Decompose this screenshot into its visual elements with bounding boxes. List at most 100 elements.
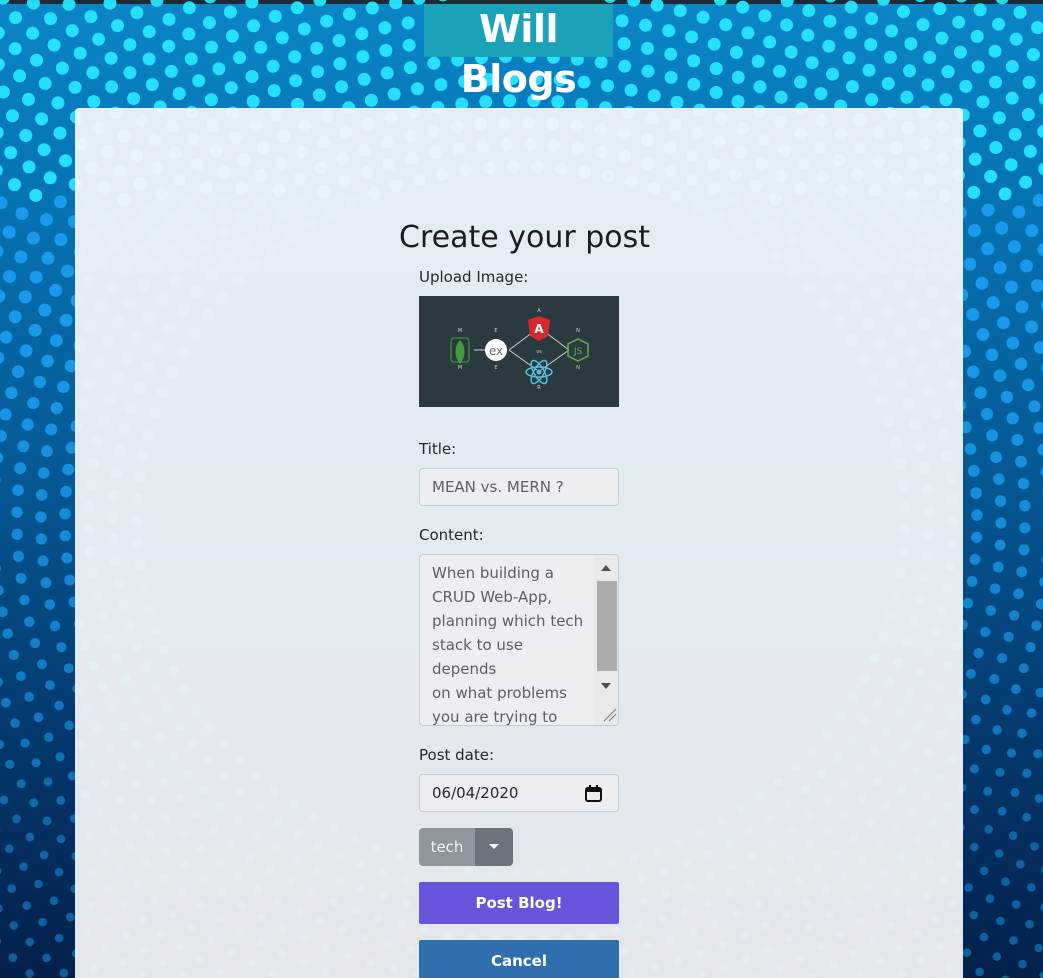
- background-dot: [9, 921, 18, 930]
- background-dot: [970, 805, 979, 814]
- background-dot: [0, 430, 7, 442]
- background-dot: [984, 825, 993, 834]
- background-dot: [0, 164, 3, 176]
- background-dot: [731, 70, 745, 84]
- title-label: Title:: [419, 440, 457, 458]
- background-dot: [980, 626, 991, 638]
- background-dot: [921, 78, 935, 92]
- background-dot: [37, 143, 51, 157]
- background-dot: [773, 64, 787, 78]
- background-dot: [0, 408, 12, 421]
- background-dot: [64, 574, 76, 586]
- background-dot: [5, 386, 18, 400]
- background-dot: [0, 26, 5, 40]
- calendar-icon[interactable]: [585, 785, 602, 802]
- background-dot: [26, 0, 40, 10]
- background-dot: [916, 18, 930, 32]
- background-dot: [36, 489, 48, 501]
- background-dot: [0, 904, 3, 913]
- background-dot: [1026, 708, 1037, 718]
- page-background: Will Blogs Create your post Upload Image…: [0, 0, 1043, 978]
- background-dot: [1018, 544, 1030, 556]
- background-dot: [968, 465, 980, 477]
- category-dropdown-toggle[interactable]: [475, 828, 513, 866]
- background-dot: [968, 152, 982, 166]
- background-dot: [998, 187, 1012, 201]
- background-dot: [104, 51, 118, 65]
- background-dot: [266, 59, 280, 73]
- background-dot: [881, 77, 895, 90]
- background-dot: [56, 834, 66, 844]
- background-dot: [1033, 749, 1043, 759]
- svg-text:M: M: [458, 365, 462, 371]
- title-input[interactable]: MEAN vs. MERN ?: [419, 468, 619, 506]
- background-dot: [990, 451, 1002, 464]
- background-dot: [780, 18, 794, 32]
- background-dot: [205, 40, 218, 54]
- background-dot: [49, 896, 59, 906]
- background-dot: [993, 473, 1005, 485]
- content-text: When building a CRUD Web-App, planning w…: [432, 564, 584, 726]
- background-dot: [192, 74, 206, 88]
- background-dot: [976, 328, 990, 341]
- background-dot: [59, 530, 71, 542]
- background-dot: [981, 203, 995, 217]
- background-dot: [403, 61, 417, 75]
- background-dot: [184, 52, 198, 66]
- background-dot: [0, 585, 4, 596]
- background-dot: [1023, 144, 1037, 158]
- background-dot: [105, 80, 119, 94]
- content-scrollbar[interactable]: [594, 555, 618, 725]
- background-dot: [0, 452, 4, 464]
- background-dot: [986, 296, 1000, 310]
- background-dot: [729, 45, 743, 59]
- background-dot: [1031, 21, 1043, 34]
- svg-text:ex: ex: [489, 344, 503, 358]
- background-dot: [0, 245, 4, 257]
- background-dot: [29, 188, 43, 202]
- resize-handle-icon: [603, 708, 617, 722]
- category-select[interactable]: tech: [419, 828, 513, 866]
- background-dot: [14, 462, 27, 475]
- background-dot: [1002, 705, 1012, 715]
- background-dot: [333, 57, 347, 71]
- background-dot: [25, 937, 35, 947]
- background-dot: [923, 50, 937, 64]
- background-dot: [664, 70, 678, 84]
- background-dot: [0, 58, 5, 71]
- background-dot: [1033, 341, 1043, 354]
- background-dot: [1031, 279, 1043, 292]
- background-dot: [992, 725, 1002, 735]
- background-dot: [1009, 936, 1018, 945]
- background-dot: [965, 668, 976, 679]
- background-dot: [245, 70, 259, 84]
- background-dot: [985, 894, 995, 903]
- background-dot: [434, 78, 448, 92]
- background-dot: [969, 764, 980, 774]
- background-dot: [342, 7, 356, 21]
- background-dot: [1001, 877, 1010, 886]
- post-date-input[interactable]: 06/04/2020: [419, 774, 619, 812]
- background-dot: [8, 310, 22, 324]
- background-dot: [21, 418, 34, 431]
- background-dot: [956, 0, 967, 3]
- background-dot: [35, 533, 48, 545]
- background-dot: [103, 0, 117, 10]
- background-dot: [29, 798, 39, 807]
- image-upload-preview[interactable]: ex A JS vs M E A N M E R N: [419, 296, 619, 407]
- mean-mern-logo-image: ex A JS vs M E A N M E R N: [419, 296, 619, 407]
- background-dot: [24, 616, 35, 627]
- cancel-button[interactable]: Cancel: [419, 940, 619, 978]
- background-dot: [267, 84, 281, 98]
- background-dot: [84, 10, 98, 24]
- background-dot: [56, 796, 66, 805]
- background-dot: [979, 866, 989, 876]
- scroll-thumb[interactable]: [597, 581, 617, 671]
- background-dot: [1026, 48, 1040, 62]
- background-dot: [988, 44, 1002, 58]
- background-dot: [16, 779, 26, 789]
- background-dot: [33, 375, 47, 389]
- background-dot: [801, 28, 815, 42]
- content-textarea[interactable]: When building a CRUD Web-App, planning w…: [419, 554, 619, 726]
- post-blog-button[interactable]: Post Blog!: [419, 882, 619, 924]
